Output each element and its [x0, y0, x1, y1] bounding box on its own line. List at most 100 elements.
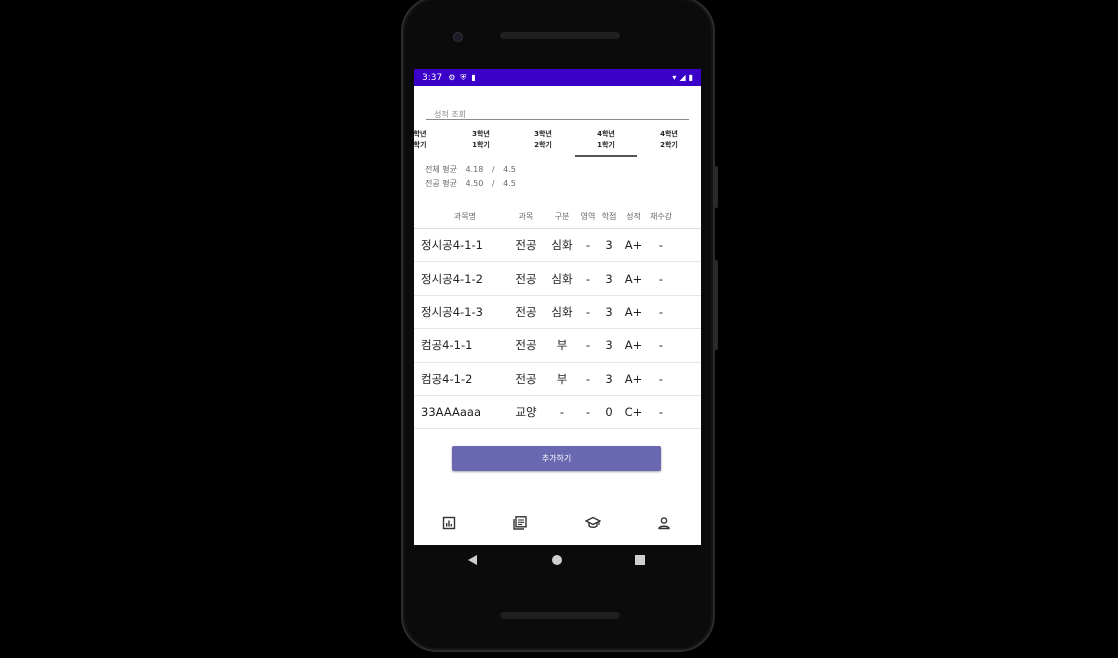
total-average-value: 4.18 — [465, 165, 484, 174]
chart-icon[interactable] — [441, 515, 457, 531]
tab-label-line2: 학기 — [414, 141, 427, 149]
back-icon[interactable] — [467, 554, 479, 566]
cell-course-type: 교양 — [515, 405, 537, 420]
top-speaker — [500, 32, 620, 39]
power-button — [714, 166, 718, 208]
wifi-icon: ▾ — [672, 73, 677, 82]
table-header: 과목명 과목 구분 영역 학점 성적 재수강 — [414, 205, 701, 229]
grades-table: 과목명 과목 구분 영역 학점 성적 재수강 정시공4-1-1 전공 심화 - … — [414, 205, 701, 430]
header-grade: 성적 — [626, 212, 641, 221]
system-navigation — [414, 545, 701, 577]
cell-grade: A+ — [624, 271, 643, 286]
header-retake: 재수강 — [649, 212, 673, 221]
search-field[interactable] — [426, 102, 689, 123]
cell-category: - — [559, 405, 565, 420]
table-row[interactable]: 정시공4-1-1 전공 심화 - 3 A+ - — [414, 229, 701, 263]
cell-retake: - — [658, 338, 664, 353]
cell-course-name: 정시공4-1-3 — [421, 304, 483, 319]
cell-area: - — [585, 271, 591, 286]
total-average: 전체 평균 4.18 / 4.5 — [425, 164, 522, 175]
cell-retake: - — [658, 271, 664, 286]
tab-label-line2: 2학기 — [660, 141, 678, 149]
tab-4-2[interactable]: 4학년 2학기 — [638, 127, 700, 157]
news-icon[interactable] — [512, 515, 528, 531]
cell-course-name: 컴공4-1-2 — [421, 371, 473, 386]
cell-category: 부 — [556, 338, 568, 353]
tab-label-line2: 2학기 — [534, 141, 552, 149]
total-average-label: 전체 평균 — [425, 165, 457, 174]
tab-4-1[interactable]: 4학년 1학기 — [575, 127, 637, 157]
tab-label-line1: 3학년 — [472, 130, 490, 138]
cell-course-type: 전공 — [515, 238, 537, 253]
header-credits: 학점 — [601, 212, 617, 221]
cell-course-name: 33AAAaaa — [421, 405, 482, 420]
search-input[interactable] — [426, 106, 689, 123]
table-row[interactable]: 정시공4-1-3 전공 심화 - 3 A+ - — [414, 296, 701, 330]
cell-grade: A+ — [624, 304, 643, 319]
cell-credits: 3 — [605, 371, 613, 386]
cell-credits: 0 — [605, 405, 613, 420]
tab-label-line1: 4학년 — [597, 130, 615, 138]
cell-area: - — [585, 304, 591, 319]
tab-label-line1: 3학년 — [534, 130, 552, 138]
add-button[interactable]: 추가하기 — [452, 446, 661, 471]
tab-label-line1: 학년 — [414, 130, 427, 138]
table-row[interactable]: 컴공4-1-2 전공 부 - 3 A+ - — [414, 363, 701, 396]
recents-icon[interactable] — [634, 554, 646, 566]
settings-icon: ⚙ — [448, 73, 456, 82]
tab-label-line2: 1학기 — [472, 141, 490, 149]
major-average-label: 전공 평균 — [425, 179, 457, 188]
shield-icon: ⛨ — [460, 72, 467, 82]
table-row[interactable]: 33AAAaaa 교양 - - 0 C+ - — [414, 396, 701, 430]
home-icon[interactable] — [551, 554, 563, 566]
school-icon[interactable] — [584, 515, 602, 531]
cell-area: - — [585, 338, 591, 353]
cell-course-name: 정시공4-1-1 — [421, 238, 483, 253]
cell-retake: - — [658, 238, 664, 253]
semester-tabs: 학년 학기 3학년 1학기 3학년 2학기 4학년 1학기 4학년 2학기 — [414, 125, 701, 159]
bottom-navigation — [414, 509, 701, 539]
status-bar: 3:37 ⚙ ⛨ ▮ ▾ ◢ ▮ — [414, 69, 701, 86]
header-course-name: 과목명 — [453, 212, 477, 221]
front-camera — [453, 32, 463, 42]
cell-grade: A+ — [624, 238, 643, 253]
tab-label-line2: 1학기 — [597, 141, 615, 149]
cell-course-type: 전공 — [515, 338, 537, 353]
tab-label-line1: 4학년 — [660, 130, 678, 138]
cell-area: - — [585, 371, 591, 386]
tab-3-2[interactable]: 3학년 2학기 — [512, 127, 574, 157]
cell-category: 심화 — [551, 238, 573, 253]
signal-icon: ◢ — [679, 73, 686, 82]
cell-course-name: 컴공4-1-1 — [421, 338, 473, 353]
cell-course-name: 정시공4-1-2 — [421, 271, 483, 286]
separator: / — [491, 165, 495, 174]
person-icon[interactable] — [656, 515, 672, 531]
cell-course-type: 전공 — [515, 371, 537, 386]
cell-course-type: 전공 — [515, 304, 537, 319]
cell-grade: A+ — [624, 338, 643, 353]
cell-credits: 3 — [605, 304, 613, 319]
cell-grade: C+ — [624, 405, 643, 420]
cell-credits: 3 — [605, 238, 613, 253]
tab-semester-0[interactable]: 학년 학기 — [414, 127, 451, 157]
cell-retake: - — [658, 304, 664, 319]
cell-retake: - — [658, 405, 664, 420]
volume-button — [714, 260, 718, 350]
cell-course-type: 전공 — [515, 271, 537, 286]
table-row[interactable]: 정시공4-1-2 전공 심화 - 3 A+ - — [414, 262, 701, 296]
cell-retake: - — [658, 371, 664, 386]
header-course-type: 과목 — [518, 212, 534, 221]
separator: / — [491, 179, 495, 188]
tab-3-1[interactable]: 3학년 1학기 — [450, 127, 512, 157]
sd-card-icon: ▮ — [471, 73, 476, 82]
bottom-speaker — [500, 612, 620, 619]
app-screen: 3:37 ⚙ ⛨ ▮ ▾ ◢ ▮ 학년 학기 3학년 1학기 3학년 2학기 4… — [414, 69, 701, 545]
total-average-max: 4.5 — [503, 165, 516, 174]
table-row[interactable]: 컴공4-1-1 전공 부 - 3 A+ - — [414, 329, 701, 363]
major-average-value: 4.50 — [465, 179, 484, 188]
cell-category: 심화 — [551, 304, 573, 319]
major-average-max: 4.5 — [503, 179, 516, 188]
cell-category: 부 — [556, 371, 568, 386]
cell-category: 심화 — [551, 271, 573, 286]
major-average: 전공 평균 4.50 / 4.5 — [425, 178, 522, 189]
